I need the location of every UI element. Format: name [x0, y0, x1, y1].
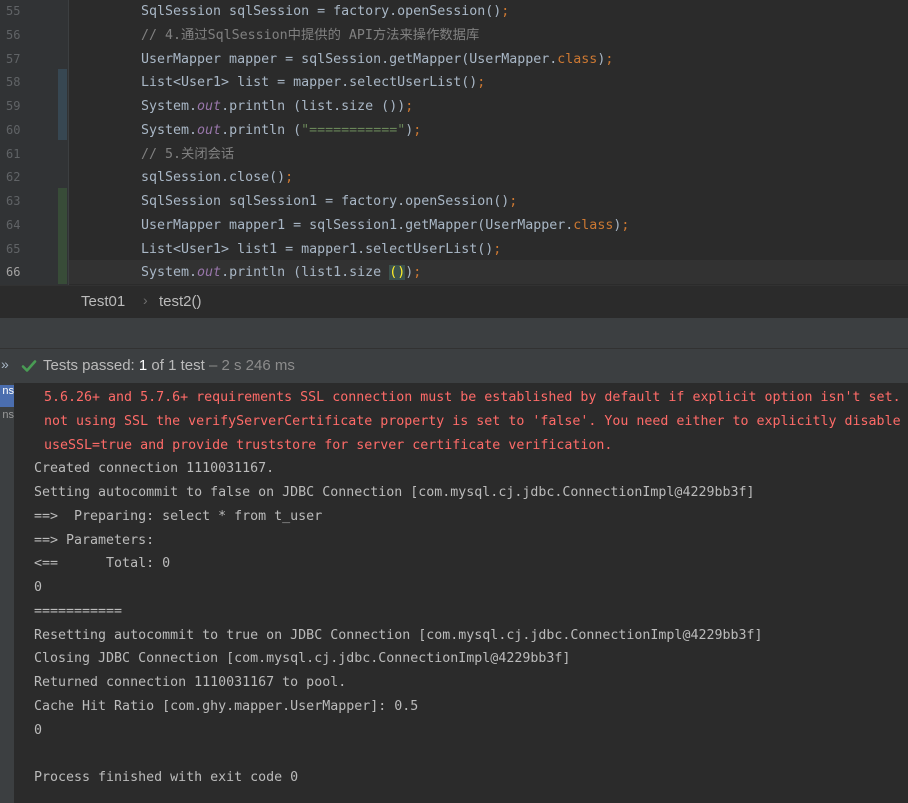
console-line: 0 — [34, 722, 43, 738]
code-token: () — [389, 265, 406, 281]
code-token: ; — [285, 170, 294, 186]
vcs-modified-marker[interactable] — [58, 69, 67, 140]
code-token: out — [197, 265, 222, 281]
code-token: System. — [141, 99, 198, 114]
code-token: UserMapper mapper = sqlSession.getMapper… — [141, 51, 558, 67]
code-token: class — [573, 217, 614, 233]
status-time: – 2 s 246 ms — [204, 357, 295, 374]
code-token: ; — [605, 51, 614, 67]
breadcrumb-class[interactable]: Test01 — [81, 293, 125, 310]
line-number[interactable]: 64 — [6, 214, 36, 238]
code-line[interactable]: List<User1> list1 = mapper1.selectUserLi… — [141, 238, 501, 262]
code-token: ; — [621, 217, 630, 233]
strip-tab[interactable]: ns — [0, 409, 14, 431]
code-token: .println (list1.size — [221, 265, 390, 281]
console-line: ==> Parameters: — [34, 532, 163, 548]
code-token: sqlSession.close() — [141, 170, 286, 186]
code-token: UserMapper mapper1 = sqlSession1.getMapp… — [141, 217, 574, 233]
code-token: "===========" — [301, 122, 406, 138]
status-count: 1 — [138, 357, 148, 374]
code-token: ; — [477, 75, 486, 91]
chevron-icon[interactable]: » — [1, 356, 9, 372]
console-line: Returned connection 1110031167 to pool. — [34, 675, 347, 690]
line-number[interactable]: 66 — [6, 261, 36, 285]
code-token: ; — [509, 194, 518, 209]
code-token: ; — [501, 4, 510, 19]
code-token: List<User1> list1 = mapper1.selectUserLi… — [141, 241, 494, 257]
gutter-divider — [68, 0, 69, 285]
code-token: ; — [405, 99, 414, 114]
code-line[interactable]: // 5.关闭会话 — [141, 143, 234, 167]
console-line: Created connection 1110031167. — [34, 461, 275, 477]
console-line: Closing JDBC Connection [com.mysql.cj.jd… — [34, 651, 571, 667]
test-run-status-bar: » Tests passed: 1 of 1 test – 2 s 246 ms — [0, 348, 908, 384]
code-line[interactable]: UserMapper mapper1 = sqlSession1.getMapp… — [141, 214, 629, 238]
panel-divider[interactable] — [0, 318, 908, 348]
line-number[interactable]: 60 — [6, 119, 36, 143]
code-line[interactable]: UserMapper mapper = sqlSession.getMapper… — [141, 48, 613, 72]
console-error-line: useSSL=true and provide truststore for s… — [44, 437, 613, 453]
console-line: Process finished with exit code 0 — [34, 770, 299, 785]
console-line: <== Total: 0 — [34, 556, 171, 572]
code-line[interactable]: SqlSession sqlSession = factory.openSess… — [141, 0, 509, 24]
line-number[interactable]: 62 — [6, 166, 36, 190]
code-token: ; — [493, 241, 502, 257]
code-line[interactable]: System.out.println (list.size ()); — [141, 95, 413, 119]
code-token: List<User1> list = mapper.selectUserList… — [141, 75, 478, 91]
console-line: Setting autocommit to false on JDBC Conn… — [34, 485, 755, 500]
code-editor[interactable]: 55 SqlSession sqlSession = factory.openSe… — [0, 0, 908, 285]
code-line[interactable]: System.out.println (list1.size ()); — [141, 261, 421, 285]
code-token: .println ( — [221, 122, 302, 138]
status-label: Tests passed: — [43, 357, 139, 374]
strip-tab-active[interactable]: ns — [0, 385, 14, 407]
code-line[interactable]: List<User1> list = mapper.selectUserList… — [141, 71, 485, 95]
code-token: // 4.通过SqlSession中提供的 API方法来操作数据库 — [141, 27, 480, 43]
code-token: class — [557, 51, 598, 67]
console-error-line: not using SSL the verifyServerCertificat… — [44, 413, 901, 429]
code-token: out — [197, 122, 222, 138]
test-status-text: Tests passed: 1 of 1 test – 2 s 246 ms — [43, 357, 295, 374]
code-token: System. — [141, 122, 198, 138]
console-line: =========== — [34, 603, 123, 619]
code-token: SqlSession sqlSession = factory.openSess… — [141, 4, 502, 19]
tool-window-strip: ns ns — [0, 383, 14, 803]
status-rest: of 1 test — [147, 357, 205, 374]
code-line[interactable]: System.out.println ("==========="); — [141, 119, 421, 143]
line-number[interactable]: 57 — [6, 48, 36, 72]
line-number[interactable]: 65 — [6, 238, 36, 262]
vcs-added-marker[interactable] — [58, 188, 67, 284]
breadcrumb-method[interactable]: test2() — [159, 293, 202, 310]
code-line[interactable]: SqlSession sqlSession1 = factory.openSes… — [141, 190, 517, 214]
code-line[interactable]: // 4.通过SqlSession中提供的 API方法来操作数据库 — [141, 24, 479, 48]
line-number[interactable]: 61 — [6, 143, 36, 167]
breadcrumb-separator-icon: › — [143, 292, 148, 308]
console-line: ==> Preparing: select * from t_user — [34, 508, 323, 524]
code-token: // 5.关闭会话 — [141, 146, 235, 162]
console-output[interactable]: ns ns 5.6.26+ and 5.7.6+ requirements SS… — [0, 383, 908, 803]
code-token: ; — [413, 122, 422, 138]
breadcrumb: Test01 › test2() — [0, 285, 908, 319]
console-line: Cache Hit Ratio [com.ghy.mapper.UserMapp… — [34, 698, 419, 714]
line-number[interactable]: 55 — [6, 0, 36, 24]
check-icon — [21, 360, 37, 372]
line-number[interactable]: 58 — [6, 71, 36, 95]
line-number[interactable]: 63 — [6, 190, 36, 214]
code-token: SqlSession sqlSession1 = factory.openSes… — [141, 194, 510, 209]
console-line: Resetting autocommit to true on JDBC Con… — [34, 627, 763, 643]
line-number[interactable]: 59 — [6, 95, 36, 119]
line-number[interactable]: 56 — [6, 24, 36, 48]
code-token: ; — [413, 265, 422, 281]
code-token: out — [197, 99, 222, 114]
console-error-line: 5.6.26+ and 5.7.6+ requirements SSL conn… — [44, 390, 901, 405]
console-line: 0 — [34, 580, 43, 595]
code-token: .println (list.size ()) — [221, 99, 406, 114]
code-line[interactable]: sqlSession.close(); — [141, 166, 293, 190]
code-token: System. — [141, 265, 198, 281]
